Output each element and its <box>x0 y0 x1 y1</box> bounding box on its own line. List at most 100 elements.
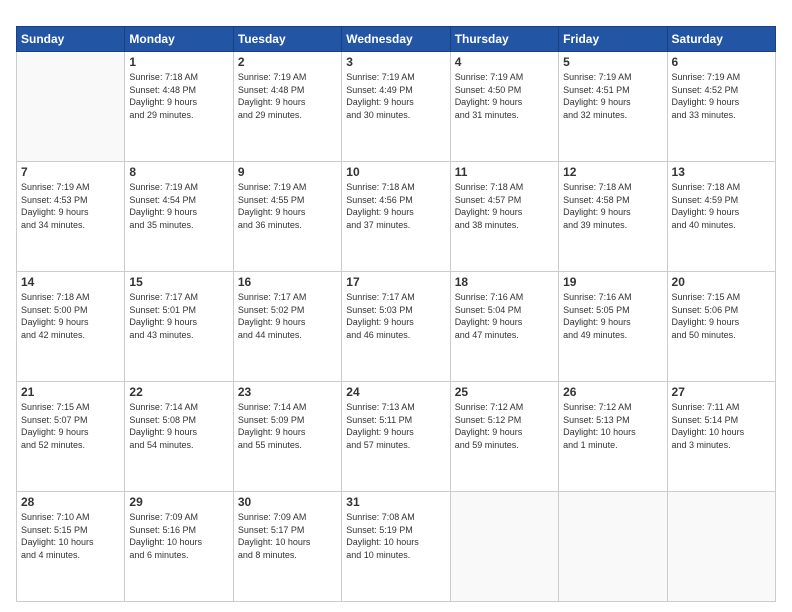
day-cell <box>559 492 667 602</box>
day-info: Sunrise: 7:18 AM Sunset: 4:58 PM Dayligh… <box>563 181 662 231</box>
day-cell: 16 Sunrise: 7:17 AM Sunset: 5:02 PM Dayli… <box>233 272 341 382</box>
day-number: 1 <box>129 55 228 69</box>
day-info: Sunrise: 7:18 AM Sunset: 5:00 PM Dayligh… <box>21 291 120 341</box>
header-row: SundayMondayTuesdayWednesdayThursdayFrid… <box>17 27 776 52</box>
day-info: Sunrise: 7:13 AM Sunset: 5:11 PM Dayligh… <box>346 401 445 451</box>
day-info: Sunrise: 7:09 AM Sunset: 5:17 PM Dayligh… <box>238 511 337 561</box>
day-number: 15 <box>129 275 228 289</box>
day-info: Sunrise: 7:18 AM Sunset: 4:59 PM Dayligh… <box>672 181 771 231</box>
day-cell: 15 Sunrise: 7:17 AM Sunset: 5:01 PM Dayli… <box>125 272 233 382</box>
day-cell: 25 Sunrise: 7:12 AM Sunset: 5:12 PM Dayli… <box>450 382 558 492</box>
day-number: 4 <box>455 55 554 69</box>
day-info: Sunrise: 7:18 AM Sunset: 4:56 PM Dayligh… <box>346 181 445 231</box>
day-number: 31 <box>346 495 445 509</box>
day-number: 11 <box>455 165 554 179</box>
day-info: Sunrise: 7:16 AM Sunset: 5:04 PM Dayligh… <box>455 291 554 341</box>
day-number: 19 <box>563 275 662 289</box>
day-cell: 6Sunrise: 7:19 AM Sunset: 4:52 PM Daylig… <box>667 52 775 162</box>
day-number: 28 <box>21 495 120 509</box>
day-cell: 5 Sunrise: 7:19 AM Sunset: 4:51 PM Daylig… <box>559 52 667 162</box>
day-number: 16 <box>238 275 337 289</box>
calendar-table: SundayMondayTuesdayWednesdayThursdayFrid… <box>16 26 776 602</box>
header-cell-sunday: Sunday <box>17 27 125 52</box>
day-info: Sunrise: 7:17 AM Sunset: 5:03 PM Dayligh… <box>346 291 445 341</box>
day-cell: 13 Sunrise: 7:18 AM Sunset: 4:59 PM Dayli… <box>667 162 775 272</box>
day-cell: 12Sunrise: 7:18 AM Sunset: 4:58 PM Dayli… <box>559 162 667 272</box>
week-row-0: 1 Sunrise: 7:18 AM Sunset: 4:48 PM Daylig… <box>17 52 776 162</box>
day-cell: 14 Sunrise: 7:18 AM Sunset: 5:00 PM Dayli… <box>17 272 125 382</box>
day-info: Sunrise: 7:16 AM Sunset: 5:05 PM Dayligh… <box>563 291 662 341</box>
day-info: Sunrise: 7:08 AM Sunset: 5:19 PM Dayligh… <box>346 511 445 561</box>
day-number: 5 <box>563 55 662 69</box>
day-info: Sunrise: 7:11 AM Sunset: 5:14 PM Dayligh… <box>672 401 771 451</box>
day-info: Sunrise: 7:14 AM Sunset: 5:08 PM Dayligh… <box>129 401 228 451</box>
day-cell: 17 Sunrise: 7:17 AM Sunset: 5:03 PM Dayli… <box>342 272 450 382</box>
week-row-4: 28 Sunrise: 7:10 AM Sunset: 5:15 PM Dayli… <box>17 492 776 602</box>
header-cell-monday: Monday <box>125 27 233 52</box>
day-number: 24 <box>346 385 445 399</box>
day-info: Sunrise: 7:18 AM Sunset: 4:48 PM Dayligh… <box>129 71 228 121</box>
day-number: 7 <box>21 165 120 179</box>
day-info: Sunrise: 7:19 AM Sunset: 4:50 PM Dayligh… <box>455 71 554 121</box>
day-cell <box>450 492 558 602</box>
day-info: Sunrise: 7:09 AM Sunset: 5:16 PM Dayligh… <box>129 511 228 561</box>
day-cell: 22 Sunrise: 7:14 AM Sunset: 5:08 PM Dayli… <box>125 382 233 492</box>
day-info: Sunrise: 7:18 AM Sunset: 4:57 PM Dayligh… <box>455 181 554 231</box>
day-cell <box>17 52 125 162</box>
header-cell-thursday: Thursday <box>450 27 558 52</box>
day-number: 22 <box>129 385 228 399</box>
day-info: Sunrise: 7:19 AM Sunset: 4:49 PM Dayligh… <box>346 71 445 121</box>
week-row-2: 14 Sunrise: 7:18 AM Sunset: 5:00 PM Dayli… <box>17 272 776 382</box>
day-info: Sunrise: 7:10 AM Sunset: 5:15 PM Dayligh… <box>21 511 120 561</box>
day-number: 25 <box>455 385 554 399</box>
day-cell: 23 Sunrise: 7:14 AM Sunset: 5:09 PM Dayli… <box>233 382 341 492</box>
day-cell: 24 Sunrise: 7:13 AM Sunset: 5:11 PM Dayli… <box>342 382 450 492</box>
day-number: 20 <box>672 275 771 289</box>
day-info: Sunrise: 7:19 AM Sunset: 4:54 PM Dayligh… <box>129 181 228 231</box>
day-cell: 9 Sunrise: 7:19 AM Sunset: 4:55 PM Daylig… <box>233 162 341 272</box>
day-cell: 18 Sunrise: 7:16 AM Sunset: 5:04 PM Dayli… <box>450 272 558 382</box>
day-cell: 21Sunrise: 7:15 AM Sunset: 5:07 PM Dayli… <box>17 382 125 492</box>
day-info: Sunrise: 7:19 AM Sunset: 4:55 PM Dayligh… <box>238 181 337 231</box>
day-cell: 7 Sunrise: 7:19 AM Sunset: 4:53 PM Daylig… <box>17 162 125 272</box>
week-row-1: 7 Sunrise: 7:19 AM Sunset: 4:53 PM Daylig… <box>17 162 776 272</box>
day-info: Sunrise: 7:12 AM Sunset: 5:12 PM Dayligh… <box>455 401 554 451</box>
day-number: 18 <box>455 275 554 289</box>
day-info: Sunrise: 7:19 AM Sunset: 4:48 PM Dayligh… <box>238 71 337 121</box>
header: General Blue <box>16 16 776 18</box>
header-cell-saturday: Saturday <box>667 27 775 52</box>
day-number: 2 <box>238 55 337 69</box>
day-info: Sunrise: 7:15 AM Sunset: 5:07 PM Dayligh… <box>21 401 120 451</box>
day-cell: 3 Sunrise: 7:19 AM Sunset: 4:49 PM Daylig… <box>342 52 450 162</box>
day-cell: 11 Sunrise: 7:18 AM Sunset: 4:57 PM Dayli… <box>450 162 558 272</box>
day-number: 9 <box>238 165 337 179</box>
header-cell-tuesday: Tuesday <box>233 27 341 52</box>
day-info: Sunrise: 7:19 AM Sunset: 4:51 PM Dayligh… <box>563 71 662 121</box>
day-number: 26 <box>563 385 662 399</box>
day-number: 13 <box>672 165 771 179</box>
week-row-3: 21Sunrise: 7:15 AM Sunset: 5:07 PM Dayli… <box>17 382 776 492</box>
day-cell: 26 Sunrise: 7:12 AM Sunset: 5:13 PM Dayli… <box>559 382 667 492</box>
day-info: Sunrise: 7:12 AM Sunset: 5:13 PM Dayligh… <box>563 401 662 451</box>
day-cell: 1 Sunrise: 7:18 AM Sunset: 4:48 PM Daylig… <box>125 52 233 162</box>
day-number: 14 <box>21 275 120 289</box>
day-cell: 4 Sunrise: 7:19 AM Sunset: 4:50 PM Daylig… <box>450 52 558 162</box>
day-cell: 29Sunrise: 7:09 AM Sunset: 5:16 PM Dayli… <box>125 492 233 602</box>
day-info: Sunrise: 7:14 AM Sunset: 5:09 PM Dayligh… <box>238 401 337 451</box>
day-info: Sunrise: 7:15 AM Sunset: 5:06 PM Dayligh… <box>672 291 771 341</box>
day-cell <box>667 492 775 602</box>
day-info: Sunrise: 7:17 AM Sunset: 5:01 PM Dayligh… <box>129 291 228 341</box>
day-cell: 8Sunrise: 7:19 AM Sunset: 4:54 PM Daylig… <box>125 162 233 272</box>
day-info: Sunrise: 7:17 AM Sunset: 5:02 PM Dayligh… <box>238 291 337 341</box>
day-cell: 20 Sunrise: 7:15 AM Sunset: 5:06 PM Dayli… <box>667 272 775 382</box>
header-cell-wednesday: Wednesday <box>342 27 450 52</box>
day-cell: 10Sunrise: 7:18 AM Sunset: 4:56 PM Dayli… <box>342 162 450 272</box>
day-cell: 19 Sunrise: 7:16 AM Sunset: 5:05 PM Dayli… <box>559 272 667 382</box>
day-cell: 2 Sunrise: 7:19 AM Sunset: 4:48 PM Daylig… <box>233 52 341 162</box>
header-cell-friday: Friday <box>559 27 667 52</box>
day-number: 17 <box>346 275 445 289</box>
day-info: Sunrise: 7:19 AM Sunset: 4:53 PM Dayligh… <box>21 181 120 231</box>
day-number: 23 <box>238 385 337 399</box>
day-number: 30 <box>238 495 337 509</box>
day-number: 3 <box>346 55 445 69</box>
